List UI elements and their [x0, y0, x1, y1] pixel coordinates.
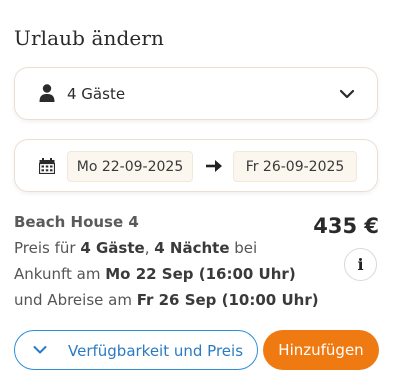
arrival-date-field[interactable]: Mo 22-09-2025: [67, 151, 193, 182]
date-range-picker: Mo 22-09-2025 Fr 26-09-2025: [14, 139, 378, 192]
calendar-icon: [39, 158, 55, 174]
at-text: bei: [229, 239, 258, 257]
night-count: 4 Nächte: [154, 239, 230, 257]
availability-button[interactable]: Verfügbarkeit und Preis: [14, 330, 258, 370]
chevron-down-icon[interactable]: [339, 88, 355, 100]
chevron-down-icon: [33, 346, 47, 354]
price-for-text: Preis für: [14, 239, 81, 257]
price-for-line: Preis für 4 Gäste, 4 Nächte bei: [14, 239, 257, 257]
comma-separator: ,: [144, 239, 155, 257]
availability-button-label: Verfügbarkeit und Preis: [68, 342, 244, 360]
guests-label: 4 Gäste: [67, 85, 126, 103]
arrival-text: Ankunft am: [14, 265, 106, 283]
total-price: 435 €: [313, 214, 379, 238]
arrow-right-icon: [206, 160, 222, 172]
guest-count: 4 Gäste: [80, 239, 145, 257]
departure-line: und Abreise am Fr 26 Sep (10:00 Uhr): [14, 291, 319, 309]
dialog-title: Urlaub ändern: [14, 26, 164, 50]
person-icon: [39, 84, 55, 102]
departure-datetime: Fr 26 Sep (10:00 Uhr): [136, 291, 319, 309]
arrival-datetime: Mo 22 Sep (16:00 Uhr): [105, 265, 296, 283]
departure-text: und Abreise am: [14, 291, 137, 309]
departure-date-field[interactable]: Fr 26-09-2025: [233, 151, 357, 182]
arrival-line: Ankunft am Mo 22 Sep (16:00 Uhr): [14, 265, 296, 283]
guests-selector[interactable]: 4 Gäste: [14, 67, 378, 120]
add-button[interactable]: Hinzufügen: [263, 330, 379, 370]
info-button[interactable]: i: [344, 248, 377, 281]
property-name: Beach House 4: [14, 213, 139, 231]
